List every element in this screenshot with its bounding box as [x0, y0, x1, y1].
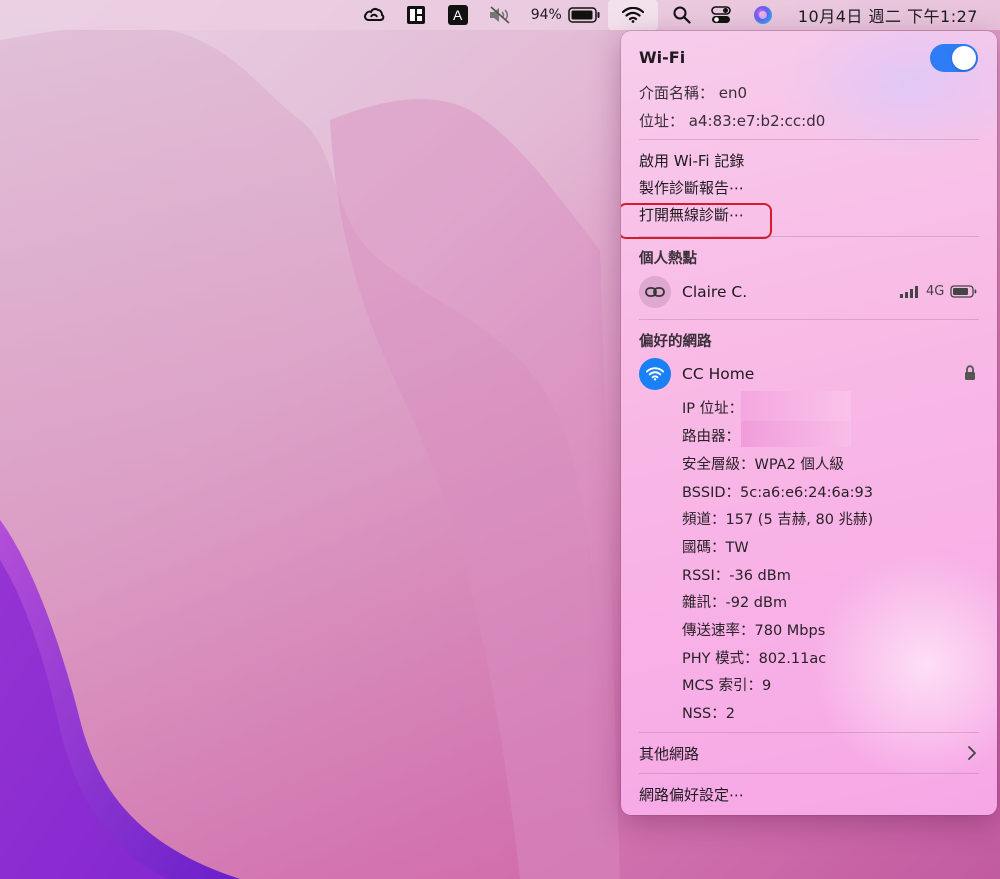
hotspot-name[interactable]: Claire C. [682, 283, 747, 301]
redacted-router-value [741, 421, 851, 447]
separator [639, 319, 979, 320]
menu-bar: A 94% 10月4日 週二 下午1:27 [0, 0, 1000, 30]
mcs-index-row: MCS 索引：9 [682, 674, 771, 695]
detail-label: 路由器： [682, 429, 740, 445]
detail-value: 157 (5 吉赫, 80 兆赫) [725, 512, 874, 528]
hotspot-battery-icon [950, 285, 977, 298]
tx-rate-row: 傳送速率：780 Mbps [682, 619, 825, 640]
detail-label: IP 位址： [682, 401, 744, 417]
phy-mode-row: PHY 模式：802.11ac [682, 647, 826, 668]
bssid-row: BSSID：5c:a6:e6:24:6a:93 [682, 481, 873, 502]
detail-label: NSS： [682, 706, 726, 722]
control-center-icon[interactable] [706, 0, 736, 30]
detail-value: 9 [761, 678, 772, 694]
detail-label: 頻道： [682, 512, 726, 528]
interface-name-value: en0 [718, 84, 748, 102]
detail-value: TW [725, 540, 749, 556]
spotlight-search-icon[interactable] [670, 0, 694, 30]
detail-label: 傳送速率： [682, 623, 755, 639]
magnet-icon[interactable] [401, 0, 431, 30]
detail-label: 國碼： [682, 540, 726, 556]
interface-name-row: 介面名稱： en0 [639, 82, 747, 103]
hotspot-network-type: 4G [926, 284, 945, 299]
mac-address-row: 位址： a4:83:e7:b2:cc:d0 [639, 110, 825, 131]
detail-value: 802.11ac [758, 651, 827, 667]
battery-percentage: 94% [530, 7, 562, 23]
detail-value: -36 dBm [729, 568, 791, 584]
wifi-toggle[interactable] [930, 44, 978, 72]
wifi-menu-panel: Wi-Fi 介面名稱： en0 位址： a4:83:e7:b2:cc:d0 啟用… [621, 31, 997, 815]
rssi-row: RSSI：-36 dBm [682, 564, 791, 585]
separator [639, 139, 979, 140]
ip-address-row: IP 位址： [682, 397, 743, 418]
detail-label: 雜訊： [682, 595, 726, 611]
mac-address-value: a4:83:e7:b2:cc:d0 [688, 112, 826, 130]
highlight-annotation [621, 203, 772, 239]
creative-cloud-icon[interactable] [359, 0, 389, 30]
detail-label: MCS 索引： [682, 678, 762, 694]
country-code-row: 國碼：TW [682, 536, 749, 557]
wifi-toggle-knob [952, 46, 976, 70]
channel-row: 頻道：157 (5 吉赫, 80 兆赫) [682, 508, 873, 529]
enable-wifi-logging-item[interactable]: 啟用 Wi-Fi 記錄 [639, 150, 744, 171]
detail-value: 2 [725, 706, 735, 722]
detail-value: 780 Mbps [754, 623, 826, 639]
wifi-panel-title: Wi-Fi [639, 48, 686, 67]
input-source-letter: A [447, 5, 468, 25]
siri-icon[interactable] [748, 0, 778, 30]
router-row: 路由器： [682, 425, 740, 446]
detail-label: BSSID： [682, 485, 741, 501]
noise-row: 雜訊：-92 dBm [682, 591, 787, 612]
separator [639, 732, 979, 733]
cellular-signal-icon [900, 285, 918, 298]
chevron-right-icon[interactable] [967, 745, 977, 765]
menubar-clock[interactable]: 10月4日 週二 下午1:27 [798, 0, 978, 30]
detail-label: PHY 模式： [682, 651, 759, 667]
hotspot-status: 4G [900, 284, 978, 299]
detail-value: 5c:a6:e6:24:6a:93 [740, 485, 873, 501]
wifi-icon[interactable] [607, 0, 658, 30]
interface-name-label: 介面名稱： [639, 84, 715, 102]
separator [639, 773, 979, 774]
mac-address-label: 位址： [639, 112, 685, 130]
security-row: 安全層級：WPA2 個人級 [682, 453, 844, 474]
detail-label: 安全層級： [682, 457, 755, 473]
connected-network-name[interactable]: CC Home [682, 365, 754, 383]
personal-hotspot-heading: 個人熱點 [639, 251, 697, 267]
detail-value: WPA2 個人級 [754, 457, 844, 473]
other-networks-item[interactable]: 其他網路 [639, 743, 699, 764]
create-diagnostics-report-item[interactable]: 製作診斷報告⋯ [639, 177, 744, 198]
nss-row: NSS：2 [682, 702, 735, 723]
network-preferences-item[interactable]: 網路偏好設定⋯ [639, 784, 744, 805]
battery-icon[interactable] [568, 0, 600, 30]
wifi-network-icon [639, 358, 671, 390]
hotspot-link-icon [639, 276, 671, 308]
volume-muted-icon[interactable] [485, 0, 515, 30]
redacted-ip-value [741, 391, 851, 421]
detail-label: RSSI： [682, 568, 730, 584]
detail-value: -92 dBm [725, 595, 788, 611]
preferred-networks-heading: 偏好的網路 [639, 334, 712, 350]
lock-icon [964, 365, 976, 385]
input-source-icon[interactable]: A [443, 0, 473, 30]
